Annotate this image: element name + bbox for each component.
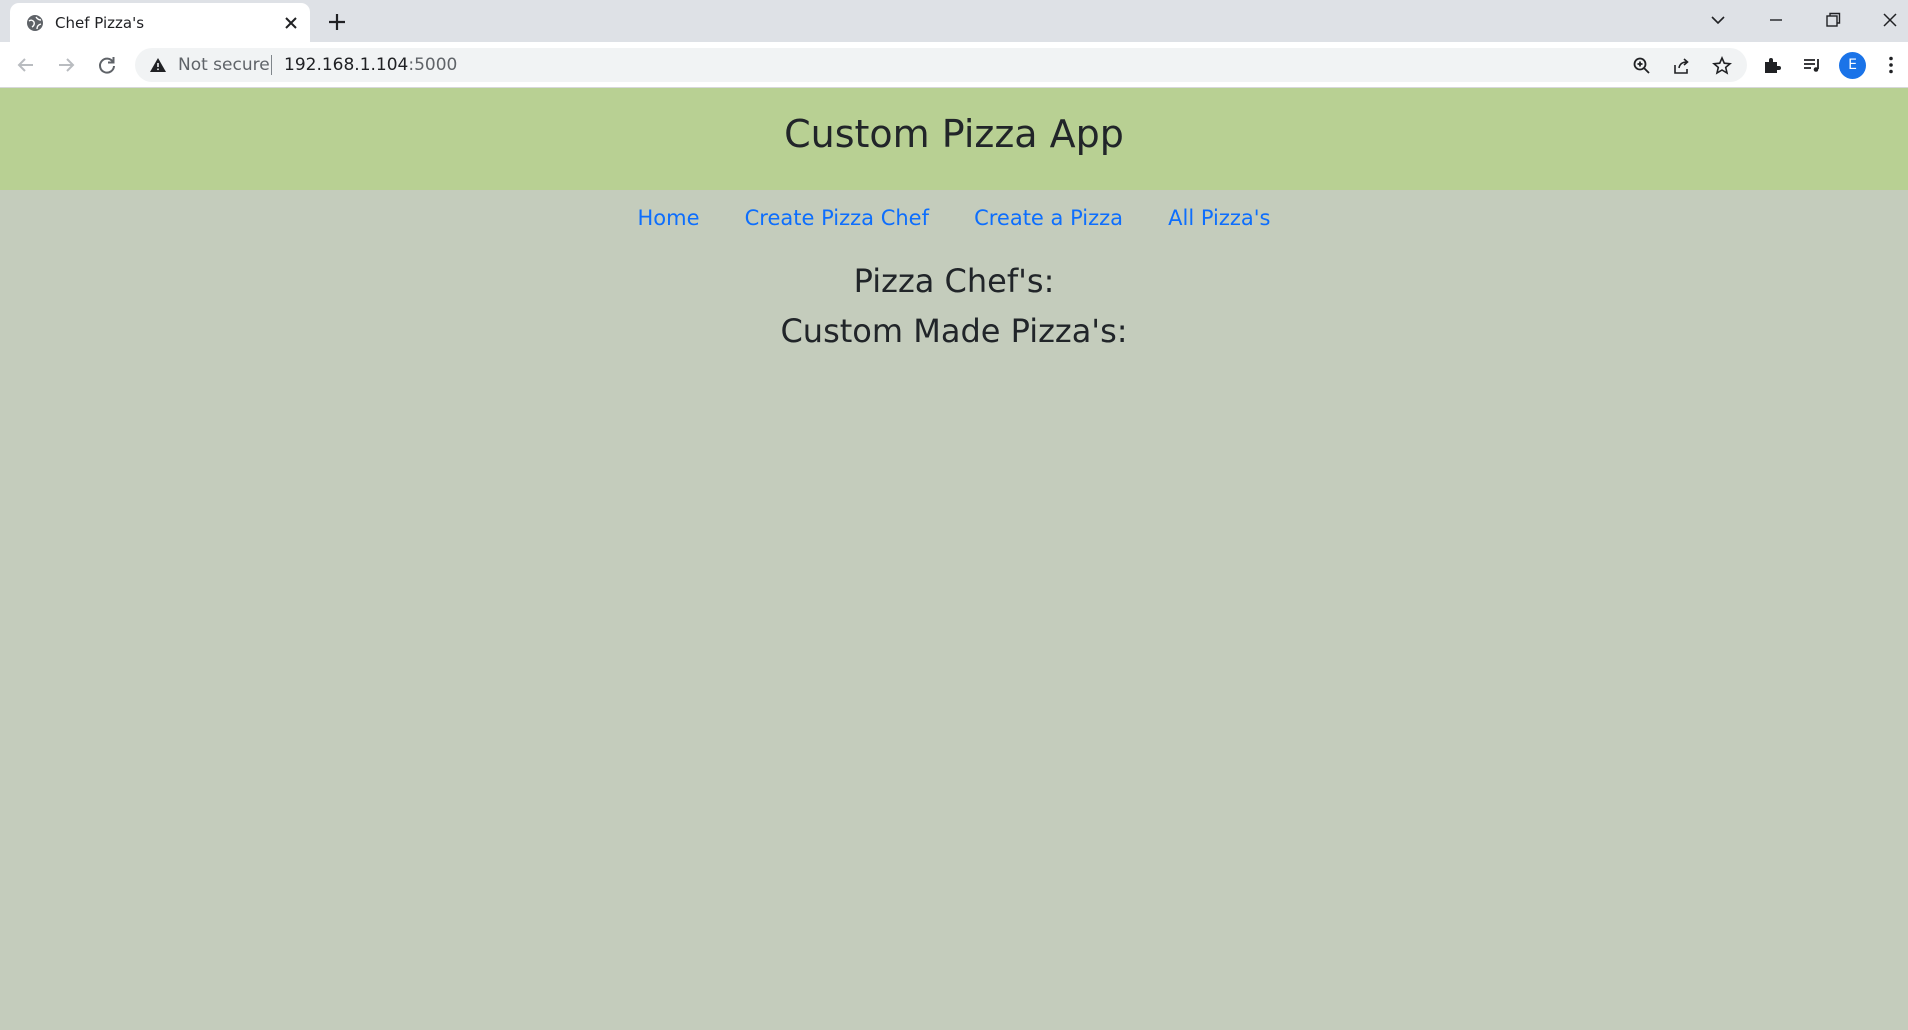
custom-pizzas-heading: Custom Made Pizza's: bbox=[780, 312, 1128, 350]
url-host: 192.168.1.104 bbox=[284, 55, 409, 75]
warning-triangle-icon[interactable] bbox=[149, 56, 167, 74]
globe-icon bbox=[27, 15, 43, 31]
window-close-icon[interactable] bbox=[1880, 10, 1900, 30]
address-separator bbox=[271, 55, 272, 75]
media-queue-icon[interactable] bbox=[1801, 54, 1823, 76]
minimize-icon[interactable] bbox=[1766, 10, 1786, 30]
browser-toolbar: Not secure 192.168.1.104:5000 E bbox=[0, 42, 1908, 88]
tab-title: Chef Pizza's bbox=[55, 14, 145, 32]
browser-tab-active[interactable]: Chef Pizza's bbox=[10, 3, 310, 42]
zoom-icon[interactable] bbox=[1632, 56, 1652, 76]
share-icon[interactable] bbox=[1672, 56, 1692, 76]
tab-search-chevron-icon[interactable] bbox=[1708, 10, 1728, 30]
more-menu-icon[interactable] bbox=[1880, 54, 1902, 76]
url-port: :5000 bbox=[408, 55, 458, 75]
reload-icon[interactable] bbox=[96, 54, 118, 76]
nav-link-create-pizza-chef[interactable]: Create Pizza Chef bbox=[745, 206, 929, 230]
security-status-label[interactable]: Not secure bbox=[178, 55, 270, 75]
page-title: Custom Pizza App bbox=[784, 112, 1124, 156]
nav-link-create-a-pizza[interactable]: Create a Pizza bbox=[974, 206, 1123, 230]
address-bar[interactable]: Not secure 192.168.1.104:5000 bbox=[135, 48, 1747, 82]
restore-icon[interactable] bbox=[1823, 10, 1843, 30]
browser-tab-strip: Chef Pizza's bbox=[0, 0, 1908, 42]
bookmark-star-icon[interactable] bbox=[1712, 56, 1732, 76]
profile-avatar[interactable]: E bbox=[1839, 52, 1866, 79]
extensions-puzzle-icon[interactable] bbox=[1761, 54, 1783, 76]
nav-link-all-pizzas[interactable]: All Pizza's bbox=[1168, 206, 1270, 230]
new-tab-plus-icon[interactable] bbox=[326, 11, 348, 33]
nav-link-home[interactable]: Home bbox=[638, 206, 700, 230]
main-nav: Home Create Pizza Chef Create a Pizza Al… bbox=[0, 190, 1908, 250]
page-viewport: Custom Pizza App Home Create Pizza Chef … bbox=[0, 88, 1908, 1030]
close-icon[interactable] bbox=[282, 14, 300, 32]
app-header: Custom Pizza App bbox=[0, 88, 1908, 190]
pizza-chefs-heading: Pizza Chef's: bbox=[853, 262, 1055, 300]
back-arrow-icon[interactable] bbox=[15, 54, 37, 76]
url-text[interactable]: 192.168.1.104:5000 bbox=[284, 55, 457, 75]
forward-arrow-icon[interactable] bbox=[55, 54, 77, 76]
